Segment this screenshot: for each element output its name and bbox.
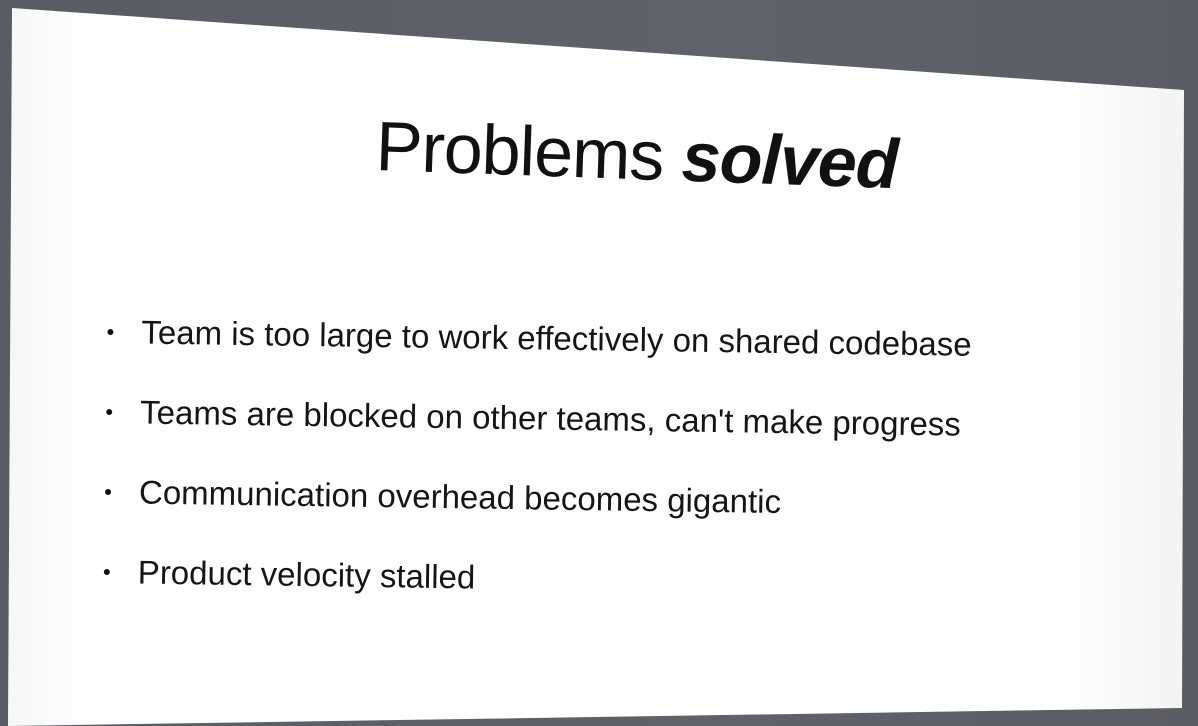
presentation-slide: Problems solved Team is too large to wor… (8, 8, 1184, 726)
bullet-item: Product velocity stalled (103, 532, 968, 625)
bullet-dot-icon (103, 568, 110, 576)
bullet-list: Team is too large to work effectively on… (103, 292, 972, 625)
bullet-text: Teams are blocked on other teams, can't … (139, 393, 962, 443)
bullet-text: Product velocity stalled (137, 553, 476, 596)
bullet-dot-icon (107, 328, 114, 336)
bullet-item: Teams are blocked on other teams, can't … (106, 372, 971, 465)
slide-title: Problems solved (375, 106, 899, 204)
slide-title-main: Problems (374, 107, 665, 196)
slide-title-emphasis: solved (680, 117, 899, 204)
bullet-dot-icon (106, 408, 113, 416)
bullet-text: Team is too large to work effectively on… (141, 313, 972, 363)
bullet-dot-icon (104, 488, 112, 496)
bullet-item: Communication overhead becomes gigantic (104, 452, 969, 545)
bullet-item: Team is too large to work effectively on… (107, 292, 972, 385)
bullet-text: Communication overhead becomes gigantic (138, 473, 782, 521)
